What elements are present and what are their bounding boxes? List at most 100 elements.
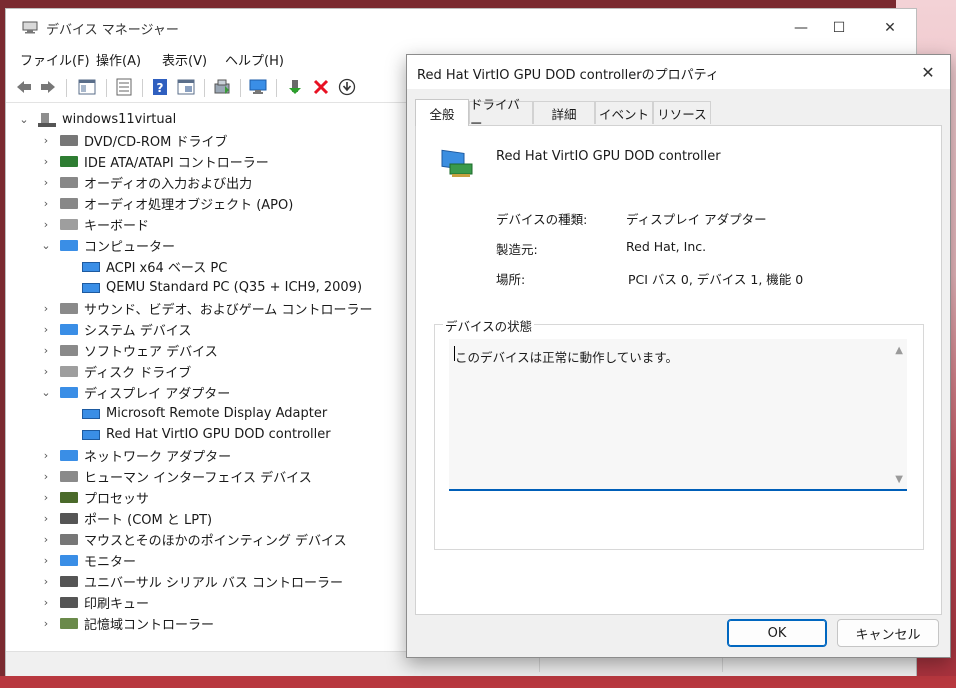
- maximize-button[interactable]: ☐: [816, 15, 862, 41]
- tree-device-label: QEMU Standard PC (Q35 + ICH9, 2009): [106, 280, 363, 295]
- tab-resources[interactable]: リソース: [653, 101, 711, 124]
- toolbar-separator: [106, 79, 107, 97]
- tree-category[interactable]: › サウンド、ビデオ、およびゲーム コントローラー: [40, 298, 373, 319]
- speaker-icon: [60, 198, 78, 209]
- tree-device-label: Red Hat VirtIO GPU DOD controller: [106, 427, 331, 442]
- tree-category-label: ネットワーク アダプター: [84, 450, 232, 465]
- menu-action[interactable]: 操作(A): [96, 50, 141, 69]
- chevron-right-icon[interactable]: ›: [40, 617, 52, 630]
- chevron-right-icon[interactable]: ›: [40, 323, 52, 336]
- device-status-textbox[interactable]: このデバイスは正常に動作しています。 ▲ ▼: [449, 339, 907, 491]
- chevron-right-icon[interactable]: ›: [40, 302, 52, 315]
- tree-category[interactable]: › オーディオ処理オブジェクト (APO): [40, 193, 294, 214]
- device-icon: [82, 408, 100, 419]
- ok-button[interactable]: OK: [727, 619, 827, 647]
- chevron-right-icon[interactable]: ›: [40, 470, 52, 483]
- update-driver-icon[interactable]: [213, 78, 231, 96]
- chevron-right-icon[interactable]: ›: [40, 596, 52, 609]
- tree-root[interactable]: ⌄ windows11virtual: [18, 109, 176, 130]
- tree-device[interactable]: ACPI x64 ベース PC: [82, 256, 227, 277]
- tree-category-label: 記憶域コントローラー: [84, 618, 215, 633]
- tree-category[interactable]: › オーディオの入力および出力: [40, 172, 252, 193]
- chevron-right-icon[interactable]: ›: [40, 554, 52, 567]
- tree-category[interactable]: › IDE ATA/ATAPI コントローラー: [40, 151, 269, 172]
- tree-category[interactable]: › プロセッサ: [40, 487, 149, 508]
- tree-category-label: ディスク ドライブ: [84, 366, 192, 381]
- download-circle-icon[interactable]: [338, 78, 356, 96]
- disk-drive-icon: [60, 366, 78, 377]
- tree-category[interactable]: ⌄ コンピューター: [40, 235, 175, 256]
- tree-category[interactable]: › ソフトウェア デバイス: [40, 340, 218, 361]
- manufacturer-label: 製造元:: [496, 242, 538, 257]
- scroll-down-arrow-icon[interactable]: ▼: [895, 474, 903, 485]
- dialog-close-button[interactable]: ✕: [914, 61, 942, 83]
- toolbar-separator: [240, 79, 241, 97]
- chevron-right-icon[interactable]: ›: [40, 533, 52, 546]
- close-button[interactable]: ✕: [867, 15, 913, 41]
- properties-dialog: Red Hat VirtIO GPU DOD controllerのプロパティ …: [406, 54, 951, 658]
- tree-category[interactable]: › システム デバイス: [40, 319, 192, 340]
- tree-category-label: ユニバーサル シリアル バス コントローラー: [84, 576, 344, 591]
- dialog-title: Red Hat VirtIO GPU DOD controllerのプロパティ: [417, 68, 719, 83]
- manufacturer-value: Red Hat, Inc.: [626, 239, 707, 254]
- chevron-right-icon[interactable]: ›: [40, 155, 52, 168]
- tree-category[interactable]: ⌄ ディスプレイ アダプター: [40, 382, 230, 403]
- location-value: PCI バス 0, デバイス 1, 機能 0: [628, 272, 804, 287]
- tree-category[interactable]: › ポート (COM と LPT): [40, 508, 212, 529]
- scan-hardware-icon[interactable]: [249, 78, 267, 96]
- chevron-right-icon[interactable]: ›: [40, 344, 52, 357]
- tab-events[interactable]: イベント: [595, 101, 653, 124]
- uninstall-x-icon[interactable]: [312, 78, 330, 96]
- chevron-right-icon[interactable]: ›: [40, 491, 52, 504]
- list-view-icon[interactable]: [115, 78, 133, 96]
- taskbar-edge: [0, 676, 956, 688]
- chevron-right-icon[interactable]: ›: [40, 176, 52, 189]
- chevron-right-icon[interactable]: ›: [40, 575, 52, 588]
- tree-device[interactable]: Microsoft Remote Display Adapter: [82, 403, 327, 424]
- port-icon: [60, 513, 78, 524]
- tree-category[interactable]: › 記憶域コントローラー: [40, 613, 214, 634]
- menu-help[interactable]: ヘルプ(H): [225, 50, 284, 69]
- tree-category[interactable]: › ディスク ドライブ: [40, 361, 191, 382]
- tab-driver[interactable]: ドライバー: [469, 97, 533, 131]
- tree-category[interactable]: › ネットワーク アダプター: [40, 445, 231, 466]
- printer-icon: [60, 597, 78, 608]
- properties-window-icon[interactable]: [78, 78, 96, 96]
- chevron-right-icon[interactable]: ›: [40, 512, 52, 525]
- chevron-right-icon[interactable]: ›: [40, 449, 52, 462]
- help-icon[interactable]: ?: [151, 78, 169, 96]
- chevron-right-icon[interactable]: ›: [40, 218, 52, 231]
- back-arrow-icon[interactable]: [15, 78, 33, 96]
- tab-details[interactable]: 詳細: [533, 101, 595, 124]
- tree-category[interactable]: › マウスとそのほかのポインティング デバイス: [40, 529, 347, 550]
- tree-category[interactable]: › ヒューマン インターフェイス デバイス: [40, 466, 312, 487]
- general-tab-panel: Red Hat VirtIO GPU DOD controller デバイスの種…: [415, 125, 942, 615]
- tab-general[interactable]: 全般: [415, 99, 469, 126]
- chevron-right-icon[interactable]: ›: [40, 134, 52, 147]
- dialog-title-bar: Red Hat VirtIO GPU DOD controllerのプロパティ …: [407, 55, 950, 89]
- tree-category[interactable]: › 印刷キュー: [40, 592, 149, 613]
- dvd-drive-icon: [60, 135, 78, 146]
- chevron-right-icon[interactable]: ›: [40, 197, 52, 210]
- status-bar-section: [539, 656, 540, 672]
- toolbar-separator: [204, 79, 205, 97]
- scroll-up-arrow-icon[interactable]: ▲: [895, 345, 903, 356]
- device-type-label: デバイスの種類:: [496, 212, 588, 227]
- chevron-down-icon[interactable]: ⌄: [40, 386, 52, 399]
- tree-category[interactable]: › DVD/CD-ROM ドライブ: [40, 130, 228, 151]
- tree-category[interactable]: › ユニバーサル シリアル バス コントローラー: [40, 571, 343, 592]
- menu-file[interactable]: ファイル(F): [20, 50, 90, 69]
- tree-category[interactable]: › キーボード: [40, 214, 149, 235]
- enable-device-icon[interactable]: [286, 78, 304, 96]
- chevron-down-icon[interactable]: ⌄: [40, 239, 52, 252]
- cancel-button[interactable]: キャンセル: [837, 619, 939, 647]
- chevron-down-icon[interactable]: ⌄: [18, 113, 30, 126]
- chevron-right-icon[interactable]: ›: [40, 365, 52, 378]
- tree-category[interactable]: › モニター: [40, 550, 136, 571]
- menu-view[interactable]: 表示(V): [162, 50, 207, 69]
- tree-device[interactable]: QEMU Standard PC (Q35 + ICH9, 2009): [82, 277, 362, 298]
- forward-arrow-icon[interactable]: [39, 78, 57, 96]
- tree-device[interactable]: Red Hat VirtIO GPU DOD controller: [82, 424, 331, 445]
- device-type-value: ディスプレイ アダプター: [626, 212, 767, 227]
- show-hidden-icon[interactable]: [177, 78, 195, 96]
